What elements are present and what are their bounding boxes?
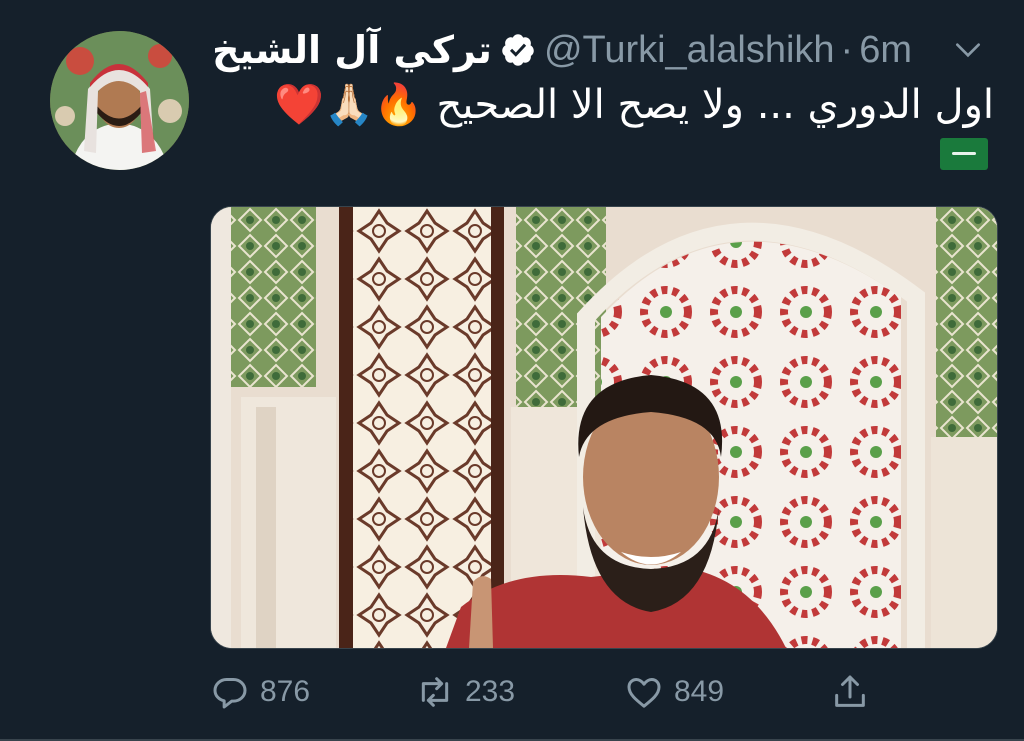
chevron-down-icon[interactable] (952, 34, 984, 66)
like-count: 849 (674, 675, 725, 708)
verified-badge-icon (502, 34, 534, 66)
share-button[interactable] (830, 672, 870, 712)
tweet-card[interactable]: تركي آل الشيخ @Turki_alalshikh · 6m اول … (0, 0, 1024, 741)
tweet-header: تركي آل الشيخ @Turki_alalshikh · 6m (212, 22, 984, 78)
tweet-text: اول الدوري ... ولا يصح الا الصحيح 🔥🙏🏻❤️ (274, 82, 994, 128)
avatar[interactable] (50, 31, 189, 170)
share-icon (835, 675, 865, 707)
author-name[interactable]: تركي آل الشيخ (212, 28, 492, 72)
reply-icon (213, 678, 247, 709)
reply-count: 876 (260, 675, 311, 708)
retweet-icon (421, 677, 449, 707)
tweet-actions: 876 233 849 (210, 666, 890, 718)
tweet-photo[interactable] (210, 206, 998, 649)
separator-dot: · (840, 28, 854, 71)
like-button[interactable]: 849 (624, 672, 724, 712)
saudi-flag-emoji (940, 138, 988, 170)
author-handle[interactable]: @Turki_alalshikh (544, 29, 835, 72)
tweet-timestamp[interactable]: 6m (859, 29, 912, 72)
retweet-button[interactable]: 233 (415, 672, 515, 712)
like-icon (627, 678, 661, 708)
retweet-count: 233 (465, 675, 516, 708)
reply-button[interactable]: 876 (210, 672, 310, 712)
